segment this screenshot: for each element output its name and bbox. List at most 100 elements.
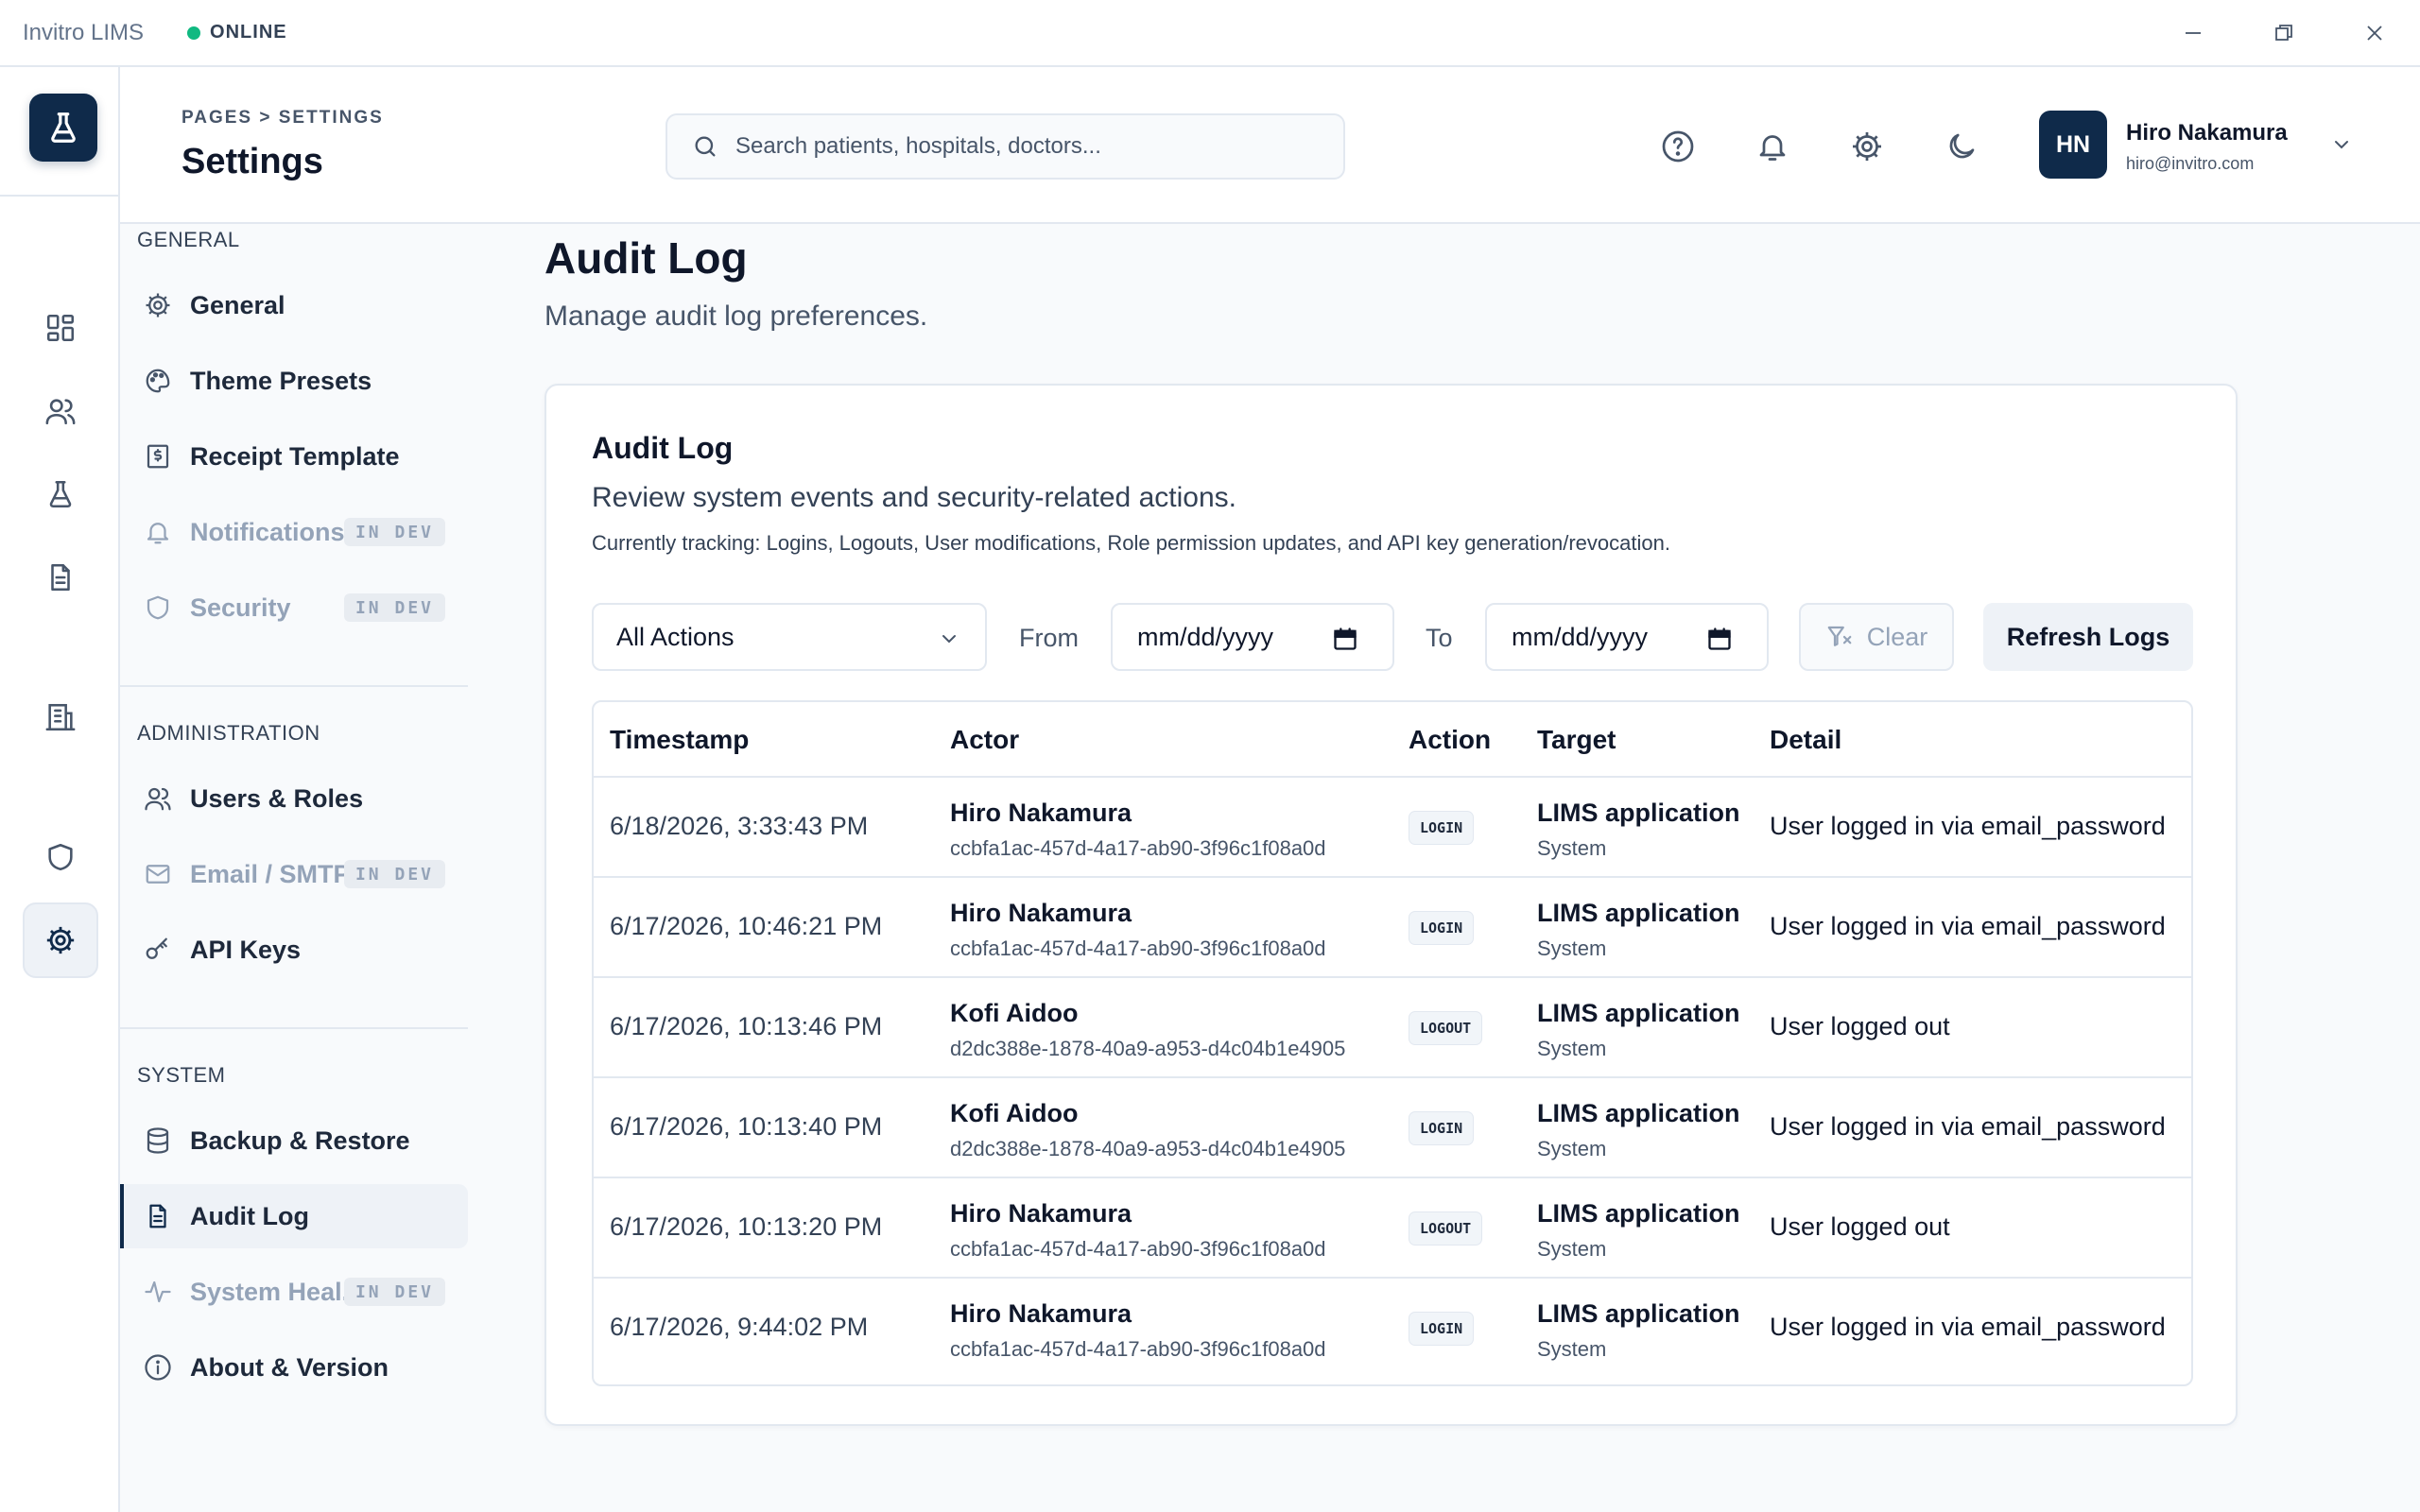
tracking-note: Currently tracking: Logins, Logouts, Use… bbox=[592, 531, 1670, 555]
cell-actor-id: ccbfa1ac-457d-4a17-ab90-3f96c1f08a0d bbox=[950, 836, 1326, 860]
users-icon bbox=[45, 399, 76, 425]
receipt-icon bbox=[143, 441, 173, 472]
palette-icon bbox=[143, 366, 173, 396]
settings-button[interactable] bbox=[1846, 126, 1888, 167]
cell-target: LIMS application bbox=[1537, 999, 1740, 1027]
cell-actor-name: Hiro Nakamura bbox=[950, 1299, 1132, 1328]
nav-item-backup-restore[interactable]: Backup & Restore bbox=[120, 1108, 468, 1173]
section-subtitle: Manage audit log preferences. bbox=[544, 301, 928, 332]
in-dev-badge: IN DEV bbox=[343, 518, 445, 546]
maximize-button[interactable] bbox=[2238, 0, 2329, 66]
nav-item-email-smtp[interactable]: Email / SMTP IN DEV bbox=[120, 842, 468, 906]
help-button[interactable] bbox=[1657, 126, 1699, 167]
shield-icon bbox=[48, 843, 73, 871]
cell-actor-name: Kofi Aidoo bbox=[950, 1099, 1079, 1127]
nav-item-users-roles[interactable]: Users & Roles bbox=[120, 766, 468, 831]
search-icon bbox=[695, 136, 716, 157]
to-date-value: mm/dd/yyyy bbox=[1512, 622, 1649, 651]
nav-item-notifications[interactable]: Notifications IN DEV bbox=[120, 500, 468, 564]
minimize-button[interactable] bbox=[2148, 0, 2238, 66]
cell-actor-id: ccbfa1ac-457d-4a17-ab90-3f96c1f08a0d bbox=[950, 1337, 1326, 1361]
rail-hospitals-button[interactable] bbox=[23, 679, 98, 755]
nav-item-api-keys[interactable]: API Keys bbox=[120, 918, 468, 982]
refresh-logs-button[interactable]: Refresh Logs bbox=[1983, 603, 2193, 671]
clear-filters-button[interactable]: Clear bbox=[1799, 603, 1954, 671]
user-avatar[interactable]: HN bbox=[2039, 111, 2107, 179]
nav-item-label: Notifications bbox=[190, 517, 345, 546]
cell-target-type: System bbox=[1537, 1337, 1607, 1361]
status-text: ONLINE bbox=[210, 22, 287, 43]
rail-patients-button[interactable] bbox=[23, 373, 98, 449]
building-icon bbox=[45, 703, 76, 731]
user-menu-toggle[interactable] bbox=[2330, 133, 2353, 156]
gear-icon bbox=[143, 290, 173, 320]
icon-rail bbox=[0, 67, 120, 1512]
to-date-input[interactable]: mm/dd/yyyy bbox=[1485, 603, 1769, 671]
rail-settings-button[interactable] bbox=[23, 902, 98, 978]
theme-toggle-button[interactable] bbox=[1941, 126, 1982, 167]
restore-icon bbox=[2275, 25, 2292, 41]
database-icon bbox=[143, 1125, 173, 1156]
nav-item-theme-presets[interactable]: Theme Presets bbox=[120, 349, 468, 413]
table-row[interactable]: 6/17/2026, 10:13:40 PM Kofi Aidoo d2dc38… bbox=[594, 1078, 2191, 1178]
rail-lab-button[interactable] bbox=[23, 456, 98, 532]
nav-item-security[interactable]: Security IN DEV bbox=[120, 576, 468, 640]
cell-timestamp: 6/17/2026, 10:46:21 PM bbox=[610, 912, 883, 940]
cell-detail: User logged in via email_password bbox=[1770, 1313, 2166, 1341]
nav-divider bbox=[120, 1027, 468, 1029]
cell-target: LIMS application bbox=[1537, 799, 1740, 827]
section-general-label: GENERAL bbox=[137, 228, 240, 251]
action-badge: LOGIN bbox=[1409, 1111, 1475, 1145]
calendar-icon[interactable] bbox=[1332, 626, 1358, 652]
calendar-icon[interactable] bbox=[1706, 626, 1733, 652]
cell-timestamp: 6/17/2026, 10:13:40 PM bbox=[610, 1112, 883, 1141]
nav-item-audit-log[interactable]: Audit Log bbox=[120, 1184, 468, 1248]
table-row[interactable]: 6/17/2026, 10:13:20 PM Hiro Nakamura ccb… bbox=[594, 1178, 2191, 1279]
from-date-input[interactable]: mm/dd/yyyy bbox=[1111, 603, 1394, 671]
from-date-value: mm/dd/yyyy bbox=[1137, 622, 1274, 651]
notifications-button[interactable] bbox=[1752, 126, 1793, 167]
rail-reports-button[interactable] bbox=[23, 540, 98, 615]
cell-target-type: System bbox=[1537, 936, 1607, 960]
search-input[interactable] bbox=[735, 133, 1303, 160]
table-row[interactable]: 6/18/2026, 3:33:43 PM Hiro Nakamura ccbf… bbox=[594, 778, 2191, 878]
cell-actor-name: Kofi Aidoo bbox=[950, 999, 1079, 1027]
rail-dashboard-button[interactable] bbox=[23, 290, 98, 366]
column-header-actor[interactable]: Actor bbox=[950, 725, 1019, 755]
nav-item-label: Users & Roles bbox=[190, 783, 364, 813]
online-dot-icon bbox=[187, 26, 201, 40]
cell-target: LIMS application bbox=[1537, 1099, 1740, 1127]
cell-actor-id: ccbfa1ac-457d-4a17-ab90-3f96c1f08a0d bbox=[950, 1237, 1326, 1261]
column-header-target[interactable]: Target bbox=[1537, 725, 1616, 755]
action-filter-select[interactable]: All Actions bbox=[592, 603, 987, 671]
table-row[interactable]: 6/17/2026, 10:46:21 PM Hiro Nakamura ccb… bbox=[594, 878, 2191, 978]
gear-icon bbox=[1853, 132, 1881, 161]
column-header-detail[interactable]: Detail bbox=[1770, 725, 1841, 755]
nav-item-about-version[interactable]: About & Version bbox=[120, 1335, 468, 1400]
cell-detail: User logged out bbox=[1770, 1012, 1950, 1040]
column-header-timestamp[interactable]: Timestamp bbox=[610, 725, 749, 755]
nav-item-system-health[interactable]: System Heal... IN DEV bbox=[120, 1260, 468, 1324]
table-row[interactable]: 6/17/2026, 9:44:02 PM Hiro Nakamura ccbf… bbox=[594, 1279, 2191, 1379]
close-button[interactable] bbox=[2329, 0, 2420, 66]
in-dev-badge: IN DEV bbox=[343, 1278, 445, 1306]
nav-item-receipt-template[interactable]: Receipt Template bbox=[120, 424, 468, 489]
chevron-down-icon bbox=[2335, 141, 2348, 149]
close-icon bbox=[2367, 26, 2382, 41]
to-label: To bbox=[1426, 624, 1453, 652]
rail-security-button[interactable] bbox=[23, 819, 98, 895]
cell-target-type: System bbox=[1537, 836, 1607, 860]
app-logo[interactable] bbox=[29, 94, 97, 162]
user-name[interactable]: Hiro Nakamura bbox=[2126, 120, 2288, 146]
cell-target-type: System bbox=[1537, 1237, 1607, 1261]
audit-log-table: Timestamp Actor Action Target Detail 6/1… bbox=[592, 700, 2193, 1386]
nav-item-general[interactable]: General bbox=[120, 273, 468, 337]
bell-icon bbox=[143, 517, 173, 547]
nav-item-label: Email / SMTP bbox=[190, 859, 351, 888]
cell-detail: User logged in via email_password bbox=[1770, 812, 2166, 840]
table-row[interactable]: 6/17/2026, 10:13:46 PM Kofi Aidoo d2dc38… bbox=[594, 978, 2191, 1078]
column-header-action[interactable]: Action bbox=[1409, 725, 1491, 755]
cell-actor-name: Hiro Nakamura bbox=[950, 1199, 1132, 1228]
audit-log-card: Audit Log Review system events and secur… bbox=[544, 384, 2238, 1426]
action-badge: LOGIN bbox=[1409, 911, 1475, 945]
